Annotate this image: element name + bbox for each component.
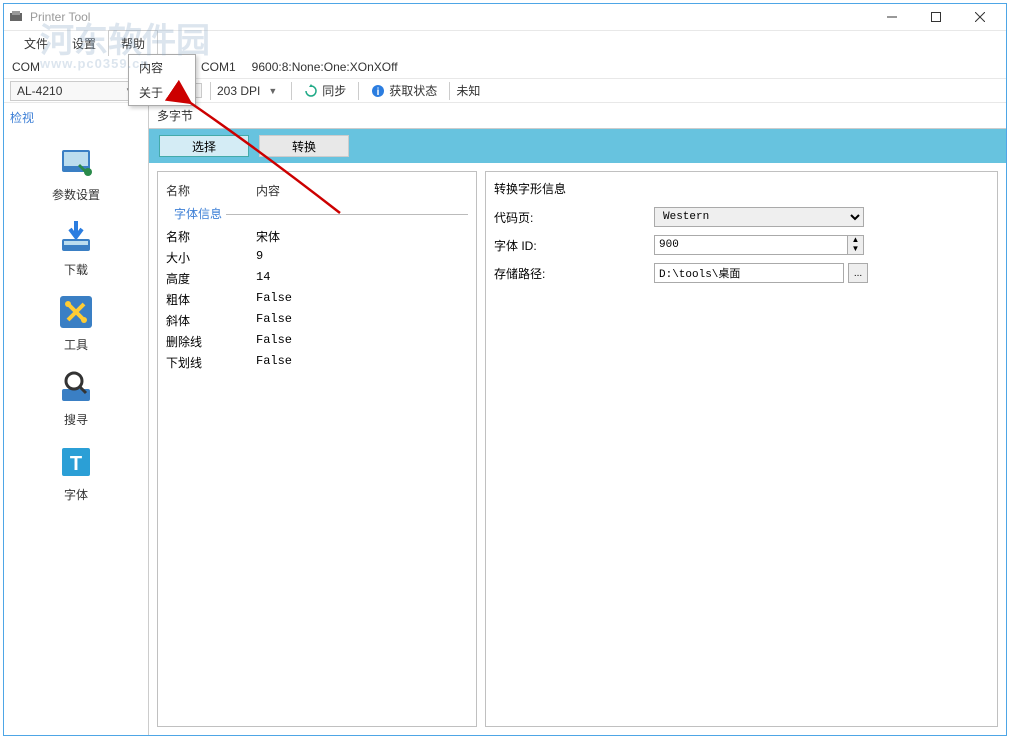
- font-icon: T: [56, 442, 96, 482]
- close-button[interactable]: [958, 4, 1002, 31]
- settings-icon: [56, 142, 96, 182]
- codepage-label: 代码页:: [494, 209, 654, 226]
- menu-settings[interactable]: 设置: [60, 31, 108, 56]
- table-row: 删除线False: [166, 331, 468, 352]
- sidebar-item-tools[interactable]: 工具: [4, 292, 148, 353]
- chevron-down-icon[interactable]: ▼: [260, 86, 285, 96]
- tab-convert[interactable]: 转换: [259, 135, 349, 157]
- sidebar: 检视 参数设置 下载 工具 搜寻 T 字体: [4, 103, 149, 735]
- sidebar-item-label: 字体: [64, 486, 88, 503]
- fontid-label: 字体 ID:: [494, 237, 654, 254]
- model-dropdown[interactable]: AL-4210▼: [10, 81, 140, 101]
- path-input[interactable]: [654, 263, 844, 283]
- search-icon: [56, 367, 96, 407]
- sync-button[interactable]: 同步: [298, 80, 352, 101]
- dpi-label: 203 DPI: [217, 84, 260, 98]
- menubar: 文件 设置 帮助 内容 关于: [4, 31, 1006, 55]
- svg-text:i: i: [377, 87, 380, 98]
- sidebar-item-label: 工具: [64, 336, 88, 353]
- menu-help-about[interactable]: 关于: [129, 80, 195, 105]
- titlebar: Printer Tool: [4, 4, 1006, 31]
- table-row: 大小9: [166, 247, 468, 268]
- menu-file[interactable]: 文件: [12, 31, 60, 56]
- menu-help[interactable]: 帮助: [108, 30, 158, 56]
- maximize-button[interactable]: [914, 4, 958, 31]
- page-title: 多字节: [149, 103, 1006, 129]
- table-row: 粗体False: [166, 289, 468, 310]
- minimize-button[interactable]: [870, 4, 914, 31]
- status-text: 未知: [456, 82, 480, 99]
- sidebar-header: 检视: [4, 107, 148, 128]
- table-row: 下划线False: [166, 352, 468, 373]
- chevron-down-icon: ▼: [848, 245, 863, 254]
- com-params: 9600:8:None:One:XOnXOff: [244, 60, 406, 74]
- get-status-button[interactable]: i 获取状态: [365, 80, 443, 101]
- browse-button[interactable]: ...: [848, 263, 868, 283]
- help-dropdown: 内容 关于: [128, 54, 196, 106]
- tab-strip: 选择 转换: [149, 129, 1006, 163]
- download-icon: [56, 217, 96, 257]
- table-row: 名称宋体: [166, 226, 468, 247]
- sidebar-item-label: 下载: [64, 261, 88, 278]
- col-content: 内容: [256, 182, 280, 199]
- sidebar-item-search[interactable]: 搜寻: [4, 367, 148, 428]
- table-row: 斜体False: [166, 310, 468, 331]
- refresh-icon: [304, 84, 318, 98]
- table-row: 高度14: [166, 268, 468, 289]
- com-label: COM: [4, 60, 124, 74]
- path-label: 存储路径:: [494, 265, 654, 282]
- info-icon: i: [371, 84, 385, 98]
- svg-text:T: T: [70, 453, 82, 475]
- separator: [358, 82, 359, 100]
- sidebar-item-label: 搜寻: [64, 411, 88, 428]
- sidebar-item-label: 参数设置: [52, 186, 100, 203]
- fontid-input[interactable]: [654, 235, 848, 255]
- main-area: 多字节 选择 转换 名称 内容 字体信息 名称宋体 大小9 高度14 粗体Fal…: [149, 103, 1006, 735]
- window-title: Printer Tool: [30, 10, 870, 24]
- sidebar-item-params[interactable]: 参数设置: [4, 142, 148, 203]
- separator: [449, 82, 450, 100]
- font-info-panel: 名称 内容 字体信息 名称宋体 大小9 高度14 粗体False 斜体False…: [157, 171, 477, 727]
- tab-select[interactable]: 选择: [159, 135, 249, 157]
- sidebar-item-download[interactable]: 下载: [4, 217, 148, 278]
- separator: [291, 82, 292, 100]
- app-icon: [8, 9, 24, 25]
- separator: [210, 82, 211, 100]
- tools-icon: [56, 292, 96, 332]
- menu-help-content[interactable]: 内容: [129, 55, 195, 80]
- sidebar-item-font[interactable]: T 字体: [4, 442, 148, 503]
- panel-title: 转换字形信息: [494, 180, 989, 203]
- com-port: COM1: [193, 60, 244, 74]
- fontid-spinner[interactable]: ▲▼: [848, 235, 864, 255]
- col-name: 名称: [166, 182, 256, 199]
- group-font-info: 字体信息: [166, 201, 468, 226]
- codepage-select[interactable]: Western: [654, 207, 864, 227]
- convert-info-panel: 转换字形信息 代码页: Western 字体 ID: ▲▼: [485, 171, 998, 727]
